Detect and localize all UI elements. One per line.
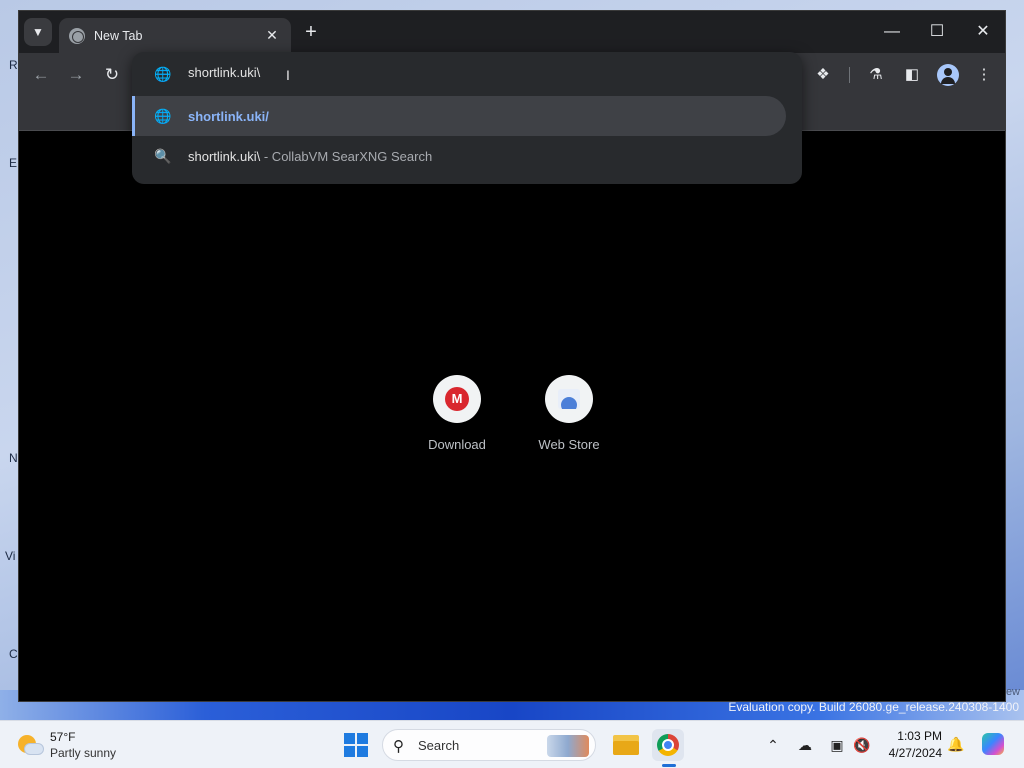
desktop-icon-label[interactable]: C (9, 647, 18, 661)
reload-button[interactable]: ↻ (99, 63, 125, 87)
extensions-icon[interactable]: ❖ (810, 63, 836, 87)
search-highlight-image (547, 735, 589, 757)
desktop-icon-label[interactable]: Vi (5, 549, 15, 563)
new-tab-button[interactable]: + (299, 20, 323, 44)
close-window-button[interactable]: ✕ (969, 19, 997, 45)
globe-icon (69, 27, 85, 44)
omnibox-suggestion[interactable]: 🌐 shortlink.uki/ (132, 96, 786, 136)
chrome-icon (657, 734, 679, 756)
omnibox-suggestion[interactable]: 🔍 shortlink.uki\ - CollabVM SearXNG Sear… (132, 136, 786, 176)
desktop-icon-label[interactable]: N (9, 451, 18, 465)
shortcut-download[interactable]: M Download (412, 375, 502, 452)
suggestion-description: - CollabVM SearXNG Search (260, 148, 433, 164)
display-icon[interactable]: ▣ (827, 735, 847, 755)
taskbar-search-box[interactable]: ⚲ Search (382, 729, 596, 761)
close-icon[interactable]: ✕ (263, 27, 281, 44)
weather-condition[interactable]: Partly sunny (50, 746, 116, 760)
notification-bell-icon[interactable]: 🔔 (947, 736, 965, 754)
shortcut-label: Web Store (538, 437, 600, 452)
suggestion-query-text: shortlink.uki\ (188, 148, 261, 164)
desktop-icon-label[interactable]: E (9, 156, 17, 170)
chevron-up-icon[interactable]: ⌃ (763, 735, 783, 755)
file-explorer-icon[interactable] (610, 729, 642, 761)
watermark-prefix: ew (1005, 686, 1020, 698)
onedrive-offline-icon[interactable]: ☁ (795, 735, 815, 755)
volume-muted-icon[interactable]: 🔇 (852, 735, 872, 755)
labs-flask-icon[interactable]: ⚗ (863, 63, 889, 87)
tab-title: New Tab (94, 28, 143, 43)
suggestion-query: shortlink.uki\ - CollabVM SearXNG Search (188, 149, 432, 164)
chevron-down-icon: ▼ (32, 25, 44, 39)
side-panel-icon[interactable]: ◧ (899, 63, 925, 87)
search-icon: 🔍 (154, 148, 172, 164)
weather-temperature[interactable]: 57°F (50, 730, 75, 744)
tab-search-button[interactable]: ▼ (24, 18, 52, 46)
maximize-button[interactable]: ☐ (923, 19, 951, 45)
chrome-taskbar-icon[interactable] (652, 729, 684, 761)
web-store-icon (558, 389, 580, 409)
active-app-indicator (662, 764, 676, 767)
start-button[interactable] (344, 733, 368, 757)
menu-kebab-icon[interactable]: ⋮ (971, 63, 997, 87)
suggestion-url: shortlink.uki/ (188, 108, 269, 124)
shortcut-tile: M (433, 375, 481, 423)
toolbar-divider (849, 67, 850, 83)
omnibox-dropdown: 🌐 shortlink.uki\ I 🌐 shortlink.uki/ 🔍 sh… (132, 52, 802, 184)
copilot-icon[interactable] (982, 733, 1004, 755)
text-cursor-icon: I (286, 67, 290, 83)
desktop-icons: R E N Vi C (0, 0, 18, 720)
evaluation-watermark: Evaluation copy. Build 26080.ge_release.… (728, 700, 1019, 714)
forward-button[interactable]: → (63, 63, 89, 87)
mega-icon: M (445, 387, 469, 411)
omnibox[interactable]: 🌐 shortlink.uki\ I (132, 52, 802, 96)
clock-time[interactable]: 1:03 PM (880, 729, 942, 743)
taskbar-search-label: Search (418, 738, 460, 753)
minimize-button[interactable]: — (878, 19, 906, 45)
back-button[interactable]: ← (28, 63, 54, 87)
globe-icon: 🌐 (154, 108, 172, 124)
selection-indicator (132, 96, 135, 136)
shortcut-tile (545, 375, 593, 423)
address-input[interactable]: shortlink.uki\ (188, 65, 588, 80)
tab-new-tab[interactable]: New Tab ✕ (59, 18, 291, 53)
taskbar: 57°F Partly sunny ⚲ Search ⌃ ☁ ▣ 🔇 1:03 … (0, 720, 1024, 768)
profile-avatar[interactable] (937, 64, 959, 86)
globe-icon: 🌐 (154, 66, 172, 82)
shortcut-web-store[interactable]: Web Store (524, 375, 614, 452)
search-icon: ⚲ (393, 738, 404, 755)
shortcut-label: Download (428, 437, 486, 452)
weather-partly-sunny-icon[interactable] (18, 733, 44, 757)
tab-strip: ▼ New Tab ✕ + — ☐ ✕ (19, 11, 1005, 53)
clock-date[interactable]: 4/27/2024 (880, 746, 942, 760)
desktop-icon-label[interactable]: R (9, 58, 18, 72)
